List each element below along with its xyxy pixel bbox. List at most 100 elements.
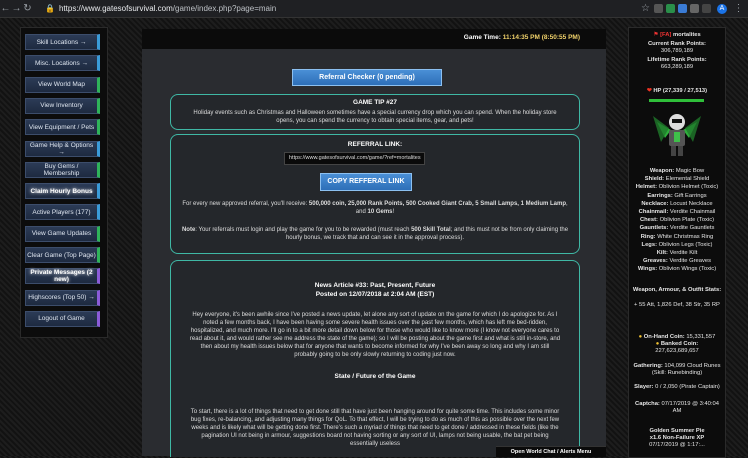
referral-rewards: 500,000 coin, 25,000 Rank Points, 500 Co… (308, 201, 566, 207)
equipment-item: Verdite Kilt (669, 250, 698, 256)
address-bar[interactable]: 🔒 https://www.gatesofsurvival.com/game/i… (45, 4, 640, 13)
equipment-slot: Wings: (637, 266, 658, 273)
equipment-slot: Legs: (641, 241, 658, 248)
open-chat-button[interactable]: Open World Chat / Alerts Menu (496, 446, 606, 457)
equipment-row: Greaves: Verdite Greaves (631, 258, 723, 265)
referral-note: Note: Your referrals must login and play… (181, 226, 569, 242)
equipment-row: Ring: White Christmas Ring (631, 234, 723, 241)
active-buff-expiry: 07/17/2019 @ 1:17:... (649, 442, 705, 448)
heart-icon: ❤ (646, 88, 652, 94)
equipment-slot: Kilt: (656, 250, 668, 256)
equipment-slot: Greaves: (642, 258, 668, 265)
slayer-value: 0 / 2,050 (Pirate Captain) (655, 384, 720, 390)
equipment-item: White Christmas Ring (657, 233, 714, 240)
game-time: Game Time: 11:14:35 PM (8:50:55 PM) (464, 34, 580, 41)
equipment-slot: Ring: (640, 233, 656, 240)
referral-info-text: For every new approved referral, you'll … (182, 201, 309, 207)
coin-label: On-Hand Coin: (643, 334, 685, 340)
leg-shape (678, 146, 683, 156)
menu-item[interactable]: Buy Gems / Membership (25, 161, 100, 178)
game-time-bar: Game Time: 11:14:35 PM (8:50:55 PM) (142, 29, 606, 49)
extension-icon[interactable] (666, 4, 675, 13)
menu-item[interactable]: Logout of Game (25, 310, 100, 327)
equipment-row: Chest: Oblivion Plate (Toxic) (631, 217, 723, 224)
coin-value: 15,331,557 (686, 334, 716, 340)
menu-item[interactable]: View Equipment / Pets (25, 119, 100, 136)
banked-coin: ● Banked Coin: (631, 341, 723, 348)
referral-title: REFERRAL LINK: (347, 141, 403, 148)
gathering-value: 104,099 Cloud Runes (Skill: Runebinding) (651, 363, 721, 376)
extension-icon[interactable] (654, 4, 663, 13)
equipment-row: Necklace: Locust Necklace (631, 201, 723, 208)
flag-icon: ⚑ (653, 32, 659, 38)
gathering-label: Gathering: (633, 363, 663, 369)
equipment-item: Oblivion Helmet (Toxic) (658, 184, 719, 191)
copy-referral-button[interactable]: COPY REFFERAL LINK (320, 173, 412, 191)
gathering-status: Gathering: 104,099 Cloud Runes (Skill: R… (631, 363, 723, 377)
stats-label: Weapon, Armour, & Outfit Stats: (632, 287, 722, 293)
menu-item[interactable]: View Game Updates (25, 225, 100, 242)
lifetime-rank-label: Lifetime Rank Points: (647, 57, 707, 63)
forward-icon[interactable]: → (11, 3, 22, 14)
active-buff-effect: x1.6 Non-Failure XP (649, 435, 705, 441)
tip-title: GAME TIP #27 (353, 99, 397, 106)
referral-gems: 10 Gems (367, 209, 393, 215)
equipment-slot: Gauntlets: (639, 225, 669, 232)
menu-item[interactable]: Highscores (Top 50) → (25, 289, 100, 306)
main-content: Referral Checker (0 pending) GAME TIP #2… (142, 49, 606, 457)
equipment-row: Legs: Oblivion Legs (Toxic) (631, 242, 723, 249)
equipment-item: Oblivion Wings (Toxic) (658, 266, 717, 273)
menu-kebab-icon[interactable]: ⋮ (733, 3, 744, 14)
equipment-row: Helmet: Oblivion Helmet (Toxic) (631, 184, 723, 191)
menu-item[interactable]: Misc. Locations → (25, 55, 100, 72)
menu-item[interactable]: Active Players (177) (25, 204, 100, 221)
player-username: mortalites (673, 32, 701, 38)
menu-item[interactable]: Game Help & Options → (25, 140, 100, 157)
news-paragraph: Hey everyone, it's been awhile since I'v… (189, 312, 561, 358)
hp-text: ❤ HP (27,339 / 27,513) (631, 88, 723, 95)
slayer-status: Slayer: 0 / 2,050 (Pirate Captain) (631, 384, 723, 391)
reload-icon[interactable]: ↻ (22, 3, 33, 14)
profile-avatar[interactable]: A (717, 3, 727, 14)
equipment-item: Verdite Greaves (669, 258, 712, 265)
news-section-heading: State / Future of the Game (334, 373, 416, 380)
extension-icon[interactable] (702, 4, 711, 13)
equipment-slot: Necklace: (641, 200, 669, 207)
player-avatar-image (653, 114, 701, 156)
equipment-item: Oblivion Legs (Toxic) (658, 241, 713, 248)
back-icon[interactable]: ← (0, 3, 11, 14)
hp-bar (649, 99, 704, 102)
equipment-item: Gift Earrings (674, 192, 707, 199)
extension-icon[interactable] (690, 4, 699, 13)
hp-value: HP (27,339 / 27,513) (653, 88, 708, 94)
equipment-row: Shield: Elemental Shield (631, 176, 723, 183)
menu-item[interactable]: Claim Hourly Bonus (25, 183, 100, 200)
leg-shape (671, 146, 676, 156)
game-time-label: Game Time: (463, 34, 501, 41)
extension-icon[interactable] (678, 4, 687, 13)
menu-item[interactable]: Skill Locations → (25, 34, 100, 50)
menu-item[interactable]: View Inventory (25, 97, 100, 114)
player-name[interactable]: ⚑ [FA] mortalites (631, 32, 723, 39)
referral-checker-button[interactable]: Referral Checker (0 pending) (292, 69, 442, 86)
lifetime-rank-value: 663,289,189 (660, 64, 694, 70)
menu-item[interactable]: Clear Game (Top Page) (25, 247, 100, 263)
note-skill-total: 500 Skill Total (411, 227, 451, 233)
referral-url-field[interactable]: https://www.gatesofsurvival.com/game/?re… (284, 152, 425, 165)
menu-item[interactable]: View World Map (25, 76, 100, 93)
news-headline: News Article #33: Past, Present, Future (314, 282, 436, 289)
equipment-item: Verdite Chainmail (669, 209, 716, 215)
on-hand-coin: ● On-Hand Coin: 15,331,557 (631, 334, 723, 341)
equipment-row: Earrings: Gift Earrings (631, 193, 723, 200)
left-menu: Skill Locations → Misc. Locations → View W… (20, 27, 108, 338)
equipment-row: Wings: Oblivion Wings (Toxic) (631, 266, 723, 273)
lock-icon: 🔒 (45, 4, 55, 13)
equipment-slot: Shield: (644, 176, 665, 183)
star-icon[interactable]: ☆ (640, 3, 651, 14)
news-date: Posted on 12/07/2018 at 2:04 AM (EST) (315, 291, 435, 298)
note-label: Note (181, 227, 196, 233)
equipment-row: Kilt: Verdite Kilt (631, 250, 723, 257)
news-article-panel: News Article #33: Past, Present, Future P… (170, 260, 580, 457)
menu-item[interactable]: Private Messages (2 new) (25, 268, 100, 285)
url-path: /game/index.php?page=main (172, 4, 277, 13)
